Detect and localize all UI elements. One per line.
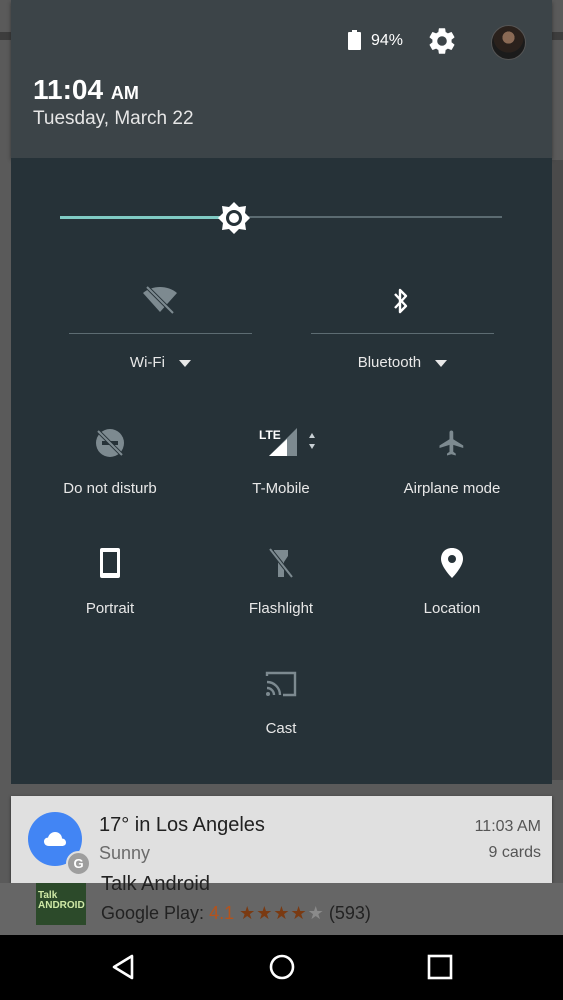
location-label: Location	[423, 600, 481, 617]
cell-signal-icon	[269, 428, 315, 456]
rating-stars-icon: ★★★★	[239, 903, 308, 923]
mobile-data-tile[interactable]: LTE T-Mobile	[211, 424, 351, 504]
brightness-thumb-icon[interactable]	[216, 200, 252, 236]
do-not-disturb-icon	[96, 429, 124, 457]
cast-label: Cast	[265, 720, 297, 737]
brightness-slider-track[interactable]	[234, 216, 502, 218]
wifi-divider	[69, 333, 252, 334]
gear-icon[interactable]	[426, 25, 458, 57]
home-circle-icon[interactable]	[268, 953, 296, 981]
location-pin-icon	[441, 548, 463, 578]
notification-title: 17° in Los Angeles	[99, 814, 265, 836]
user-avatar[interactable]	[491, 25, 526, 60]
chevron-down-icon[interactable]	[435, 359, 448, 367]
navigation-bar	[0, 935, 563, 1000]
bluetooth-icon	[394, 288, 408, 314]
battery-percent: 94%	[371, 32, 404, 49]
date-label[interactable]: Tuesday, March 22	[33, 108, 194, 130]
flashlight-label: Flashlight	[248, 600, 314, 617]
phone-portrait-icon	[100, 548, 120, 578]
rotation-label: Portrait	[85, 600, 135, 617]
app-title: Talk Android	[101, 873, 210, 895]
rating-half-star-icon: ★	[307, 903, 324, 923]
back-triangle-icon[interactable]	[110, 953, 138, 981]
weather-notification[interactable]: G 17° in Los Angeles Sunny 11:03 AM 9 ca…	[11, 796, 552, 883]
wifi-label-row[interactable]: Wi-Fi	[69, 354, 252, 371]
flashlight-tile[interactable]: Flashlight	[211, 546, 351, 626]
chevron-down-icon[interactable]	[179, 359, 192, 367]
app-meta: Google Play: 4.1 ★★★★★ (593)	[101, 903, 371, 924]
location-tile[interactable]: Location	[382, 546, 522, 626]
bluetooth-label-row[interactable]: Bluetooth	[311, 354, 494, 371]
mobile-label: T-Mobile	[252, 480, 310, 497]
battery-icon	[348, 30, 361, 50]
clock-time: 11:04	[33, 74, 104, 105]
cloud-icon	[44, 832, 66, 846]
flashlight-off-icon	[268, 547, 294, 579]
airplane-label: Airplane mode	[403, 480, 501, 497]
dnd-tile[interactable]: Do not disturb	[40, 424, 180, 504]
dnd-label: Do not disturb	[63, 480, 157, 497]
google-badge-icon: G	[66, 851, 91, 876]
bluetooth-divider	[311, 333, 494, 334]
app-review-count: (593)	[328, 903, 371, 923]
bluetooth-label: Bluetooth	[357, 354, 422, 371]
wifi-label: Wi-Fi	[129, 354, 165, 371]
talk-android-logo: Talk ANDROID	[36, 883, 86, 925]
bluetooth-tile[interactable]: Bluetooth	[311, 282, 494, 382]
app-icon-text: Talk ANDROID	[38, 890, 85, 911]
clock[interactable]: 11:04 AM	[33, 74, 139, 106]
notification-time: 11:03 AM	[474, 818, 541, 835]
recents-square-icon[interactable]	[427, 954, 453, 980]
cast-icon	[265, 671, 297, 697]
clock-ampm: AM	[110, 83, 139, 103]
airplane-icon	[439, 430, 464, 456]
rotation-tile[interactable]: Portrait	[40, 546, 180, 626]
airplane-tile[interactable]: Airplane mode	[382, 424, 522, 504]
wifi-off-icon	[143, 285, 177, 314]
app-rating: 4.1	[209, 903, 235, 923]
notification-cards-count: 9 cards	[488, 844, 541, 861]
notification-subtitle: Sunny	[99, 843, 151, 863]
background-scroll-edge	[551, 160, 563, 780]
brightness-slider-fill[interactable]	[60, 216, 234, 219]
cast-tile[interactable]: Cast	[211, 668, 351, 744]
wifi-tile[interactable]: Wi-Fi	[69, 282, 252, 382]
app-store: Google Play:	[101, 903, 205, 923]
